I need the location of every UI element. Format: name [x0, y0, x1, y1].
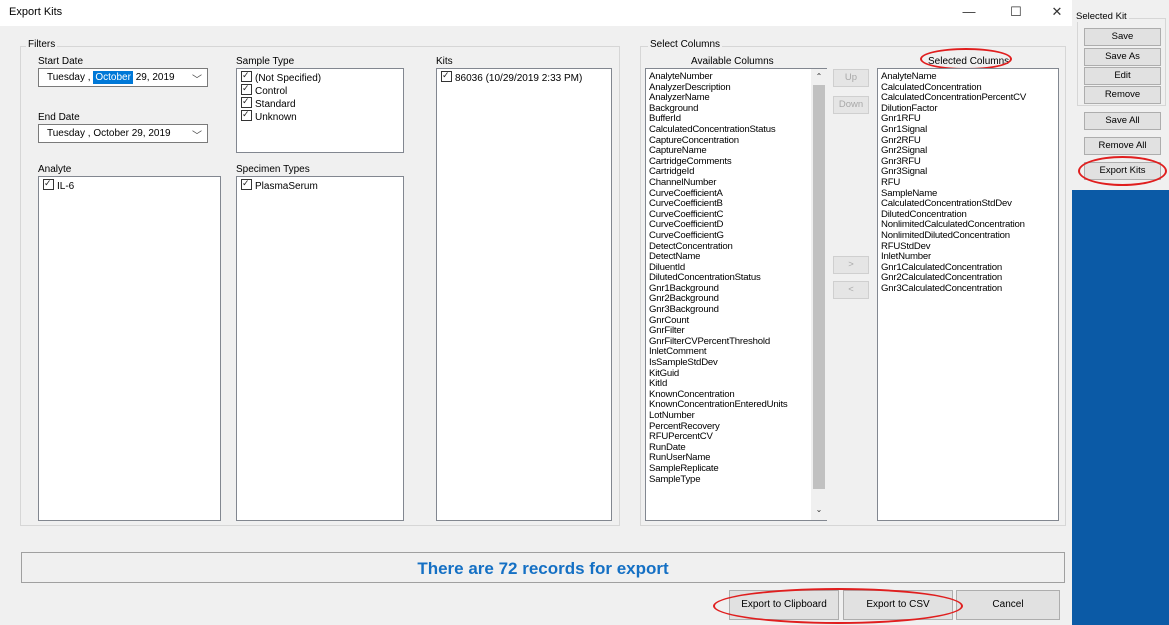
highlight-oval-selected-columns: [920, 48, 1012, 70]
remove-button[interactable]: Remove: [1084, 86, 1161, 104]
scrollbar-thumb[interactable]: [813, 85, 825, 489]
select-columns-group-label: Select Columns: [648, 39, 723, 50]
available-columns-rows: AnalyteNumber AnalyzerDescription Analyzer…: [646, 69, 811, 485]
available-column-item[interactable]: SampleType: [649, 474, 811, 486]
export-message-box: There are 72 records for export: [21, 552, 1065, 583]
kits-label: Kits: [436, 56, 453, 67]
chevron-down-icon[interactable]: ﹀: [192, 127, 202, 142]
move-down-button[interactable]: Down: [833, 96, 869, 114]
close-icon[interactable]: ✕: [1046, 4, 1068, 20]
checkbox-checked-icon[interactable]: [241, 95, 252, 108]
available-column-item[interactable]: CurveCoefficientG: [649, 230, 811, 242]
checkbox-checked-icon[interactable]: [241, 69, 252, 82]
export-record-count-message: There are 72 records for export: [417, 559, 669, 578]
specimen-type-item[interactable]: PlasmaSerum: [237, 177, 403, 192]
selected-column-item[interactable]: Gnr1Signal: [881, 124, 1056, 136]
end-date-day: Tuesday: [47, 128, 85, 139]
chevron-down-icon[interactable]: ﹀: [192, 71, 202, 86]
selected-kit-group-label: Selected Kit: [1074, 11, 1129, 22]
sample-type-item[interactable]: Unknown: [237, 108, 403, 123]
checkbox-checked-icon[interactable]: [43, 177, 54, 190]
remove-column-button[interactable]: <: [833, 281, 869, 299]
available-columns-list[interactable]: AnalyteNumber AnalyzerDescription Analyzer…: [645, 68, 827, 521]
analyte-list[interactable]: IL-6: [38, 176, 221, 521]
start-date-label: Start Date: [38, 56, 84, 67]
checkbox-checked-icon[interactable]: [241, 82, 252, 95]
available-column-item[interactable]: CalculatedConcentrationStatus: [649, 124, 811, 136]
available-columns-scrollbar[interactable]: ⌃ ⌄: [811, 69, 827, 520]
selected-columns-rows: AnalyteName CalculatedConcentration Calcul…: [878, 69, 1056, 294]
end-date-date-year[interactable]: 29, 2019: [132, 128, 171, 139]
checkbox-checked-icon[interactable]: [241, 177, 252, 190]
kit-item[interactable]: 86036 (10/29/2019 2:33 PM): [437, 69, 611, 84]
available-column-item[interactable]: LotNumber: [649, 410, 811, 422]
selected-column-item[interactable]: RFU: [881, 177, 1056, 189]
remove-all-button[interactable]: Remove All: [1084, 137, 1161, 155]
maximize-icon[interactable]: ☐: [1005, 4, 1027, 20]
selected-column-item[interactable]: Gnr3CalculatedConcentration: [881, 283, 1056, 295]
save-as-button[interactable]: Save As: [1084, 48, 1161, 66]
window-title: Export Kits: [9, 6, 63, 18]
title-bar: [0, 0, 1072, 26]
end-date-separator: ,: [87, 128, 91, 139]
move-up-button[interactable]: Up: [833, 69, 869, 87]
analyte-item[interactable]: IL-6: [39, 177, 220, 192]
sample-type-label: Sample Type: [236, 56, 295, 67]
highlight-oval-export-kits: [1078, 156, 1167, 186]
highlight-oval-export-buttons: [713, 588, 963, 624]
checkbox-checked-icon[interactable]: [241, 108, 252, 121]
specimen-types-label: Specimen Types: [236, 164, 310, 175]
selected-column-item[interactable]: Gnr3Signal: [881, 167, 1056, 178]
selected-columns-list[interactable]: AnalyteName CalculatedConcentration Calcul…: [877, 68, 1059, 521]
available-column-item[interactable]: SampleReplicate: [649, 463, 811, 475]
save-button[interactable]: Save: [1084, 28, 1161, 46]
start-date-separator: ,: [87, 72, 91, 83]
available-column-item[interactable]: ChannelNumber: [649, 177, 811, 189]
specimen-types-list[interactable]: PlasmaSerum: [236, 176, 404, 521]
start-date-picker[interactable]: Tuesday , October 29, 2019 ﹀: [38, 68, 208, 87]
selected-column-item[interactable]: NonlimitedDilutedConcentration: [881, 230, 1056, 242]
sample-type-list[interactable]: (Not Specified) Control Standard Unknown: [236, 68, 404, 153]
available-column-item[interactable]: KitGuid: [649, 368, 811, 380]
kits-list[interactable]: 86036 (10/29/2019 2:33 PM): [436, 68, 612, 521]
checkbox-checked-icon[interactable]: [441, 69, 452, 82]
minimize-icon[interactable]: —: [958, 4, 980, 19]
available-columns-label: Available Columns: [691, 56, 774, 67]
available-column-item[interactable]: AnalyteNumber: [649, 71, 811, 83]
cancel-button[interactable]: Cancel: [956, 590, 1060, 620]
sample-type-item[interactable]: (Not Specified): [237, 69, 403, 84]
save-all-button[interactable]: Save All: [1084, 112, 1161, 130]
add-column-button[interactable]: >: [833, 256, 869, 274]
start-date-day: Tuesday: [47, 72, 85, 83]
end-date-month[interactable]: October: [93, 128, 129, 139]
filters-group-label: Filters: [26, 39, 58, 50]
scroll-down-icon[interactable]: ⌄: [812, 505, 826, 514]
start-date-date-year[interactable]: 29, 2019: [136, 72, 175, 83]
selected-column-item[interactable]: AnalyteName: [881, 71, 1056, 83]
edit-button[interactable]: Edit: [1084, 67, 1161, 85]
analyte-label: Analyte: [38, 164, 72, 175]
end-date-picker[interactable]: Tuesday , October 29, 2019 ﹀: [38, 124, 208, 143]
sample-type-item[interactable]: Control: [237, 82, 403, 97]
start-date-month[interactable]: October: [93, 71, 133, 84]
scroll-up-icon[interactable]: ⌃: [812, 72, 826, 81]
sample-type-item[interactable]: Standard: [237, 95, 403, 110]
end-date-label: End Date: [38, 112, 80, 123]
